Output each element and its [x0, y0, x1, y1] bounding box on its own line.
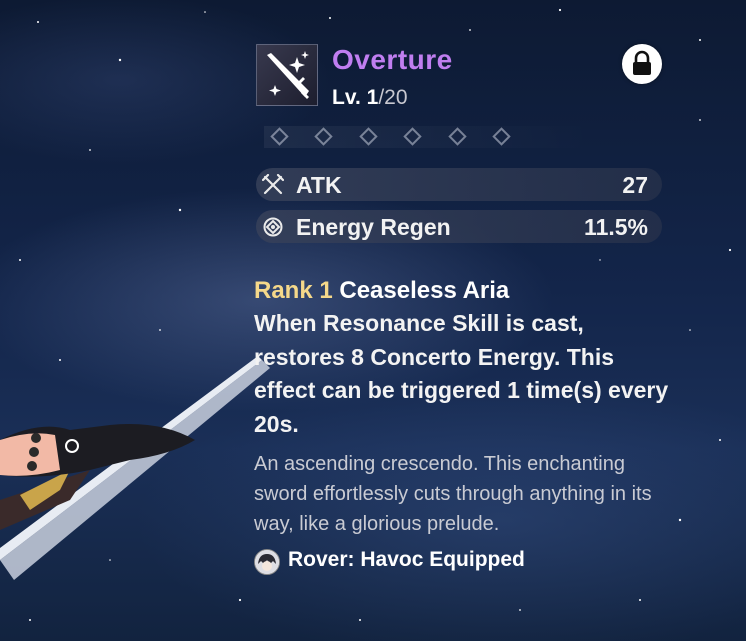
stat-row-energy-regen: Energy Regen 11.5% [256, 210, 662, 243]
rank-strip [264, 126, 594, 148]
equipped-by: Rover: Havoc Equipped [254, 547, 674, 577]
lock-button[interactable] [622, 44, 662, 84]
equipped-text: Rover: Havoc Equipped [288, 548, 525, 571]
level-max: /20 [378, 86, 408, 109]
rover-avatar [254, 549, 280, 575]
crossed-swords-icon [262, 174, 284, 195]
stat-name: Energy Regen [296, 214, 451, 240]
passive-section: Rank 1 Ceaseless Aria When Resonance Ski… [254, 274, 674, 441]
stat-row-atk: ATK 27 [256, 168, 662, 201]
lock-icon [633, 50, 651, 75]
sword-icon [256, 44, 318, 106]
passive-name: Ceaseless Aria [339, 277, 510, 304]
rank-indicator [264, 126, 594, 148]
flavor-text: An ascending crescendo. This enchanting … [254, 453, 652, 535]
energy-regen-icon [263, 217, 283, 237]
passive-title: Rank 1 Ceaseless Aria [254, 274, 674, 307]
weapon-name: Overture [332, 44, 453, 75]
level-current: 1 [366, 86, 379, 109]
passive-description: When Resonance Skill is cast, restores 8… [254, 310, 669, 437]
stat-value: 27 [622, 172, 648, 198]
stat-name: ATK [296, 172, 342, 198]
rank-label: Rank 1 [254, 277, 333, 304]
level-prefix: Lv. [332, 86, 367, 109]
weapon-level: Lv. 1/20 [332, 86, 408, 110]
stat-value: 11.5% [584, 214, 648, 240]
